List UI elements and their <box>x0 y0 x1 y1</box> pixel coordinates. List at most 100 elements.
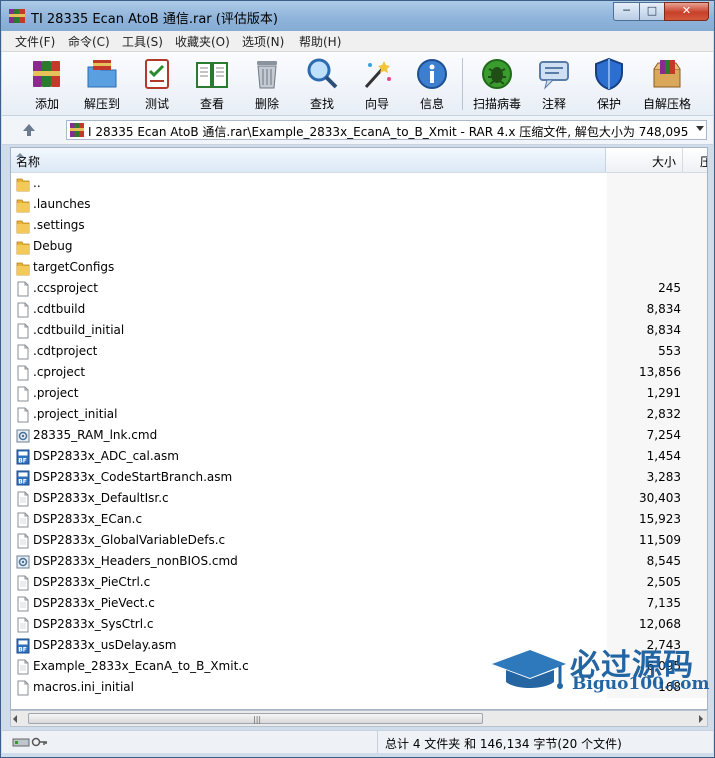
file-size: 8,834 <box>646 323 681 337</box>
file-icon <box>16 344 30 360</box>
address-path: I 28335 Ecan AtoB 通信.rar\Example_2833x_E… <box>88 125 690 139</box>
file-row[interactable]: DSP2833x_PieVect.c 7,135 <box>11 593 707 614</box>
sfx-icon <box>653 60 681 88</box>
menu-file[interactable]: 文件(F) <box>15 33 55 50</box>
file-row[interactable]: DSP2833x_GlobalVariableDefs.c 11,509 <box>11 530 707 551</box>
comment-icon <box>539 61 569 90</box>
menu-tools[interactable]: 工具(S) <box>122 33 163 50</box>
toolbar-add-button[interactable]: 添加 <box>20 55 74 113</box>
file-row[interactable]: BF DSP2833x_ADC_cal.asm 1,454 <box>11 446 707 467</box>
file-row[interactable]: .project 1,291 <box>11 383 707 404</box>
file-name: Debug <box>33 239 73 253</box>
file-name: macros.ini_initial <box>33 680 134 694</box>
folder-row[interactable]: .settings <box>11 215 707 236</box>
folder-row[interactable]: Debug <box>11 236 707 257</box>
file-row[interactable]: DSP2833x_SysCtrl.c 12,068 <box>11 614 707 635</box>
file-name: .settings <box>33 218 85 232</box>
find-icon <box>307 58 338 89</box>
file-size: 12,068 <box>639 617 681 631</box>
size-column-bg <box>607 236 707 257</box>
minimize-button[interactable]: ─ <box>613 2 640 21</box>
toolbar-protect-button[interactable]: 保护 <box>582 55 636 113</box>
title-bar[interactable]: TI 28335 Ecan AtoB 通信.rar (评估版本) ─ □ ✕ <box>1 1 714 31</box>
menu-help[interactable]: 帮助(H) <box>299 33 341 50</box>
wizard-icon <box>364 61 391 89</box>
folder-icon <box>16 176 30 192</box>
toolbar-sfx-button[interactable]: 自解压格 <box>640 55 694 113</box>
file-name: 28335_RAM_lnk.cmd <box>33 428 158 442</box>
file-row[interactable]: 28335_RAM_lnk.cmd 7,254 <box>11 425 707 446</box>
file-name: .launches <box>33 197 91 211</box>
scroll-left-icon[interactable] <box>13 715 17 723</box>
toolbar-delete-button[interactable]: 删除 <box>240 55 294 113</box>
add-archive-icon <box>33 61 60 87</box>
file-list[interactable]: 名称 大小 压 .. .launches .settings Debug targetC… <box>10 147 708 710</box>
close-button[interactable]: ✕ <box>664 2 709 21</box>
file-row[interactable]: .cdtbuild_initial 8,834 <box>11 320 707 341</box>
file-row[interactable]: BF DSP2833x_CodeStartBranch.asm 3,283 <box>11 467 707 488</box>
file-icon <box>16 659 30 675</box>
scrollbar-thumb[interactable]: ||| <box>28 713 483 724</box>
file-row[interactable]: DSP2833x_ECan.c 15,923 <box>11 509 707 530</box>
maximize-button[interactable]: □ <box>639 2 665 21</box>
up-arrow-icon[interactable] <box>21 122 37 138</box>
column-packed-header[interactable]: 压 <box>700 153 707 170</box>
toolbar-extract-button[interactable]: 解压到 <box>75 55 129 113</box>
toolbar-virus-scan-button[interactable]: 扫描病毒 <box>470 55 524 113</box>
menu-options[interactable]: 选项(N) <box>242 33 284 50</box>
toolbar-label: 信息 <box>419 97 444 111</box>
file-size: 1,291 <box>646 386 681 400</box>
folder-row[interactable]: .launches <box>11 194 707 215</box>
delete-icon <box>257 61 277 89</box>
address-field[interactable]: I 28335 Ecan AtoB 通信.rar\Example_2833x_E… <box>66 120 707 140</box>
horizontal-scrollbar[interactable]: ||| <box>10 710 708 727</box>
folder-row[interactable]: .. <box>11 173 707 194</box>
file-name: DSP2833x_SysCtrl.c <box>33 617 154 631</box>
scroll-right-icon[interactable] <box>699 715 703 723</box>
toolbar-test-button[interactable]: 测试 <box>130 55 184 113</box>
file-row[interactable]: DSP2833x_PieCtrl.c 2,505 <box>11 572 707 593</box>
file-row[interactable]: .cproject 13,856 <box>11 362 707 383</box>
column-size-header[interactable]: 大小 <box>607 148 683 172</box>
file-icon <box>16 596 30 612</box>
toolbar-view-button[interactable]: 查看 <box>185 55 239 113</box>
size-column-bg <box>607 215 707 236</box>
file-icon <box>16 365 30 381</box>
file-name: DSP2833x_ADC_cal.asm <box>33 449 179 463</box>
column-name-header[interactable]: 名称 <box>11 148 606 172</box>
file-rows: .. .launches .settings Debug targetConfigs .c… <box>11 173 707 698</box>
toolbar-find-button[interactable]: 查找 <box>295 55 349 113</box>
menu-favorites[interactable]: 收藏夹(O) <box>175 33 230 50</box>
file-icon <box>16 533 30 549</box>
file-name: DSP2833x_GlobalVariableDefs.c <box>33 533 226 547</box>
chevron-down-icon[interactable] <box>696 126 704 131</box>
file-name: .project <box>33 386 79 400</box>
file-name: targetConfigs <box>33 260 115 274</box>
file-size: 2,832 <box>646 407 681 421</box>
file-row[interactable]: .ccsproject 245 <box>11 278 707 299</box>
protect-icon <box>595 57 623 91</box>
file-row[interactable]: .cdtbuild 8,834 <box>11 299 707 320</box>
drive-key-icon[interactable] <box>12 736 48 748</box>
size-column-bg <box>607 194 707 215</box>
file-icon <box>16 281 30 297</box>
file-icon <box>16 617 30 633</box>
file-row[interactable]: DSP2833x_DefaultIsr.c 30,403 <box>11 488 707 509</box>
file-size: 1,454 <box>646 449 681 463</box>
toolbar-comment-button[interactable]: 注释 <box>527 55 581 113</box>
grip-icon: ||| <box>253 715 262 724</box>
file-size: 13,856 <box>639 365 681 379</box>
file-row[interactable]: DSP2833x_Headers_nonBIOS.cmd 8,545 <box>11 551 707 572</box>
address-bar: I 28335 Ecan AtoB 通信.rar\Example_2833x_E… <box>2 116 713 145</box>
file-icon <box>16 680 30 696</box>
folder-row[interactable]: targetConfigs <box>11 257 707 278</box>
menu-commands[interactable]: 命令(C) <box>68 33 110 50</box>
file-row[interactable]: .cdtproject 553 <box>11 341 707 362</box>
toolbar-wizard-button[interactable]: 向导 <box>350 55 404 113</box>
status-left-pane <box>2 731 378 753</box>
size-column-bg <box>607 257 707 278</box>
cmd-file-icon <box>16 554 30 570</box>
toolbar-info-button[interactable]: 信息 <box>405 55 459 113</box>
file-row[interactable]: .project_initial 2,832 <box>11 404 707 425</box>
file-name: DSP2833x_DefaultIsr.c <box>33 491 169 505</box>
